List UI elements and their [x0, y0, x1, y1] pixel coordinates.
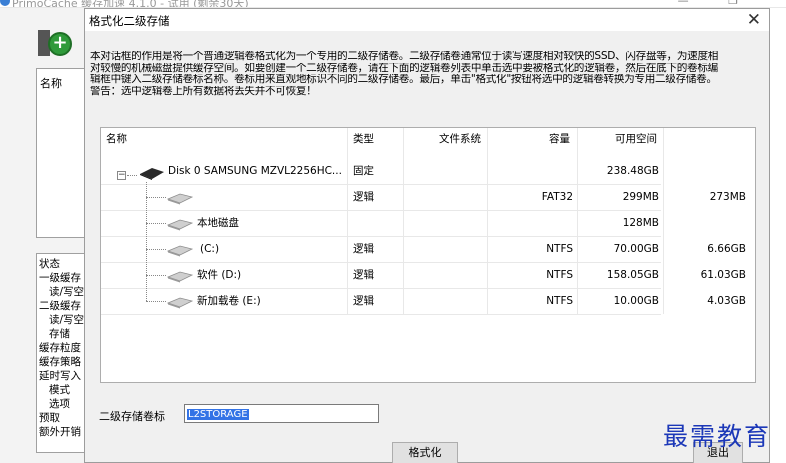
prop-mode: 模式 [49, 384, 70, 396]
background-properties-panel: 状态 一级缓存 读/写空 二级缓存 读/写空 存储 缓存粒度 缓存策略 延时写入… [36, 253, 84, 453]
volume-label-caption: 二级存储卷标 [99, 410, 165, 423]
volume-free-space: 6.66GB [707, 243, 746, 255]
volume-name: 软件 (D:) [197, 269, 242, 281]
volume-name: 新加载卷 (E:) [197, 295, 261, 307]
volume-capacity: 70.00GB [613, 243, 659, 255]
prop-deferred-write: 延时写入 [39, 370, 81, 382]
column-header-filesystem[interactable]: 文件系统 [439, 128, 481, 150]
volume-filesystem: NTFS [546, 243, 573, 255]
volume-drive-icon [167, 245, 193, 257]
volume-label-input[interactable]: L2STORAGE [184, 404, 379, 423]
background-titlebar: PrimoCache 缓存加速 4.1.0 - 试用 (剩余30天) — ❐ [0, 0, 786, 8]
volume-filesystem [489, 210, 573, 236]
prop-l2-cache: 二级缓存 [39, 300, 81, 312]
window-control-buttons[interactable]: — ❐ [678, 0, 756, 7]
volume-free-space [665, 210, 746, 236]
description-line: 本对话框的作用是将一个普通逻辑卷格式化为一个专用的二级存储卷。二级存储卷通常位于… [90, 51, 719, 62]
close-icon[interactable]: ✕ [747, 10, 761, 30]
disk-drive-icon [140, 168, 164, 180]
name-column-header: 名称 [40, 77, 62, 90]
prop-prefetch: 预取 [39, 412, 60, 424]
volume-free-space: 61.03GB [700, 269, 746, 281]
volume-filesystem: NTFS [546, 269, 573, 281]
volume-capacity: 158.05GB [606, 269, 659, 281]
volume-capacity: 128MB [622, 217, 659, 229]
column-header-type[interactable]: 类型 [353, 128, 374, 150]
prop-l1-rw: 读/写空 [49, 286, 84, 298]
format-button[interactable]: 格式化 [392, 442, 458, 463]
volume-list[interactable]: 名称 类型 文件系统 容量 可用空间 − Disk 0 SAMSUNG MZVL… [100, 127, 756, 383]
column-header-name[interactable]: 名称 [106, 128, 127, 150]
description-line: 辑框中键入二级存储卷标名称。卷标用来直观地标识不同的二级存储卷。最后，单击"格式… [90, 74, 717, 85]
prop-overhead: 额外开销 [39, 426, 81, 438]
dialog-titlebar: 格式化二级存储 ✕ [85, 9, 769, 31]
description-line: 对较慢的机械磁盘提供缓存空间。如要创建一个二级存储卷，请在下面的逻辑卷列表中单击… [90, 62, 718, 74]
volume-type: 逻辑 [353, 295, 374, 307]
volume-drive-icon [167, 193, 193, 205]
volume-capacity: 10.00GB [613, 295, 659, 307]
volume-drive-icon [167, 271, 193, 283]
add-cache-icon[interactable]: + [38, 30, 72, 58]
disk-filesystem [489, 158, 573, 184]
dialog-description: 本对话框的作用是将一个普通逻辑卷格式化为一个专用的二级存储卷。二级存储卷通常位于… [90, 51, 755, 97]
column-header-free-space[interactable]: 可用空间 [615, 128, 657, 150]
column-header-capacity[interactable]: 容量 [549, 128, 570, 150]
volume-type: 逻辑 [353, 191, 374, 203]
disk-capacity: 238.48GB [606, 165, 659, 177]
volume-filesystem: NTFS [546, 295, 573, 307]
volume-capacity: 299MB [622, 191, 659, 203]
volume-free-space: 273MB [709, 191, 746, 203]
volume-drive-icon [167, 297, 193, 309]
volume-name: (C:) [200, 243, 220, 255]
watermark-text: 最需教育 [663, 422, 772, 451]
dialog-title: 格式化二级存储 [89, 14, 170, 28]
volume-drive-icon [167, 219, 193, 231]
prop-l1-cache: 一级缓存 [39, 272, 81, 284]
collapse-toggle[interactable]: − [117, 171, 126, 180]
volume-type: 逻辑 [353, 243, 374, 255]
prop-status: 状态 [39, 258, 60, 270]
disk-name: Disk 0 SAMSUNG MZVL2256HC... [168, 165, 342, 177]
volume-name: 本地磁盘 [197, 217, 239, 229]
app-icon [0, 0, 10, 6]
prop-l2-rw: 读/写空 [49, 314, 84, 326]
prop-options: 选项 [49, 398, 70, 410]
disk-type: 固定 [353, 165, 374, 177]
background-name-list: 名称 [36, 68, 84, 238]
volume-free-space: 4.03GB [707, 295, 746, 307]
format-l2-storage-dialog: 格式化二级存储 ✕ 本对话框的作用是将一个普通逻辑卷格式化为一个专用的二级存储卷… [84, 8, 770, 463]
prop-strategy: 缓存策略 [39, 356, 81, 368]
volume-filesystem: FAT32 [541, 191, 573, 203]
volume-type: 逻辑 [353, 269, 374, 281]
description-warning: 警告：选中逻辑卷上所有数据将丢失并不可恢复！ [90, 85, 317, 97]
prop-granularity: 缓存粒度 [39, 342, 81, 354]
prop-storage: 存储 [49, 328, 70, 340]
background-title: PrimoCache 缓存加速 4.1.0 - 试用 (剩余30天) [12, 0, 249, 8]
volume-label-value: L2STORAGE [187, 409, 249, 420]
